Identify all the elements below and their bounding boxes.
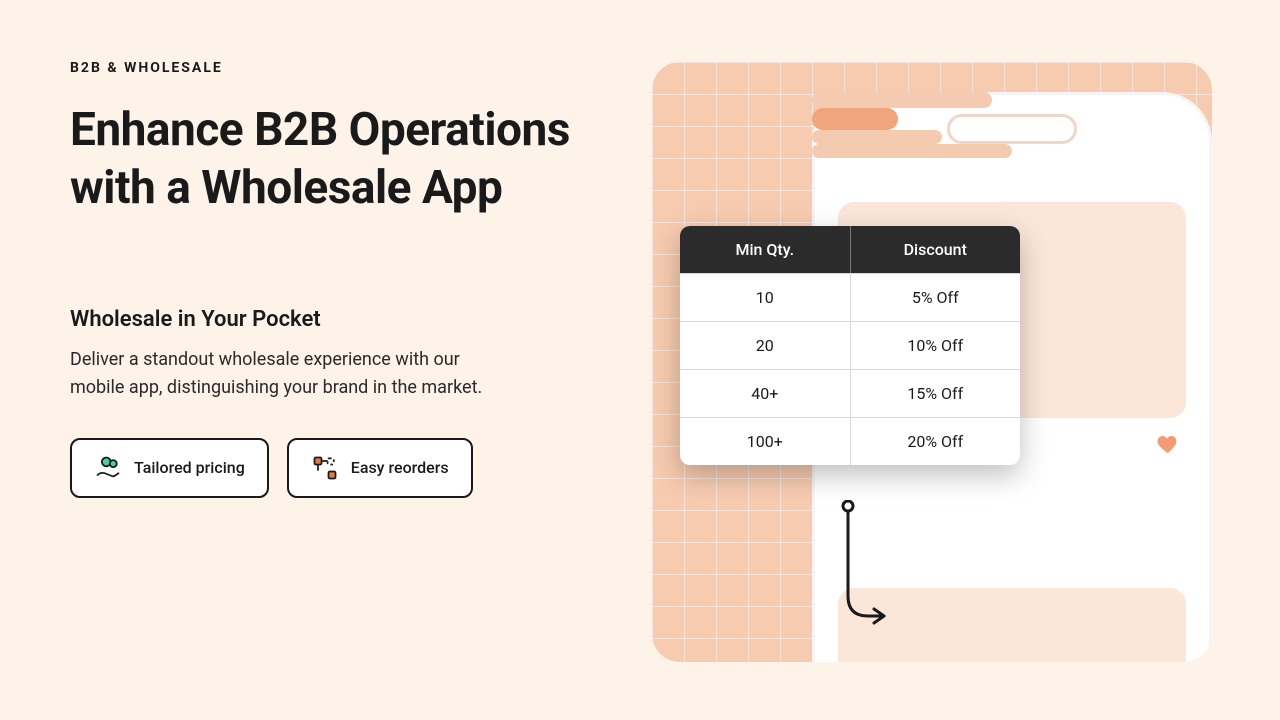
body-copy: Deliver a standout wholesale experience … (70, 346, 510, 402)
placeholder-title-line (812, 92, 992, 108)
placeholder-text-line (812, 130, 942, 144)
cell-discount: 5% Off (851, 274, 1021, 321)
chip-label: Tailored pricing (134, 458, 245, 477)
cell-discount: 20% Off (851, 418, 1021, 465)
placeholder-text-line (812, 144, 1012, 158)
table-row: 40+ 15% Off (680, 369, 1020, 417)
table-row: 10 5% Off (680, 273, 1020, 321)
eyebrow-label: B2B & WHOLESALE (70, 60, 590, 76)
table-header-discount: Discount (851, 226, 1021, 273)
table-header-qty: Min Qty. (680, 226, 851, 273)
cell-qty: 100+ (680, 418, 851, 465)
cell-discount: 10% Off (851, 322, 1021, 369)
phone-notch (947, 114, 1077, 144)
subheadline: Wholesale in Your Pocket (70, 307, 590, 332)
cell-qty: 10 (680, 274, 851, 321)
chip-label: Easy reorders (351, 458, 449, 477)
page-headline: Enhance B2B Operations with a Wholesale … (70, 102, 590, 217)
chip-tailored-pricing: Tailored pricing (70, 438, 269, 498)
cell-qty: 20 (680, 322, 851, 369)
hand-coins-icon (94, 454, 122, 482)
heart-icon (1156, 432, 1180, 456)
table-row: 20 10% Off (680, 321, 1020, 369)
placeholder-card (838, 588, 1186, 662)
chip-easy-reorders: Easy reorders (287, 438, 473, 498)
placeholder-price-pill (812, 108, 898, 130)
cell-discount: 15% Off (851, 370, 1021, 417)
feature-chips: Tailored pricing Easy reorders (70, 438, 590, 498)
reorder-nodes-icon (311, 454, 339, 482)
discount-table: Min Qty. Discount 10 5% Off 20 10% Off 4… (680, 226, 1020, 465)
table-row: 100+ 20% Off (680, 417, 1020, 465)
cell-qty: 40+ (680, 370, 851, 417)
